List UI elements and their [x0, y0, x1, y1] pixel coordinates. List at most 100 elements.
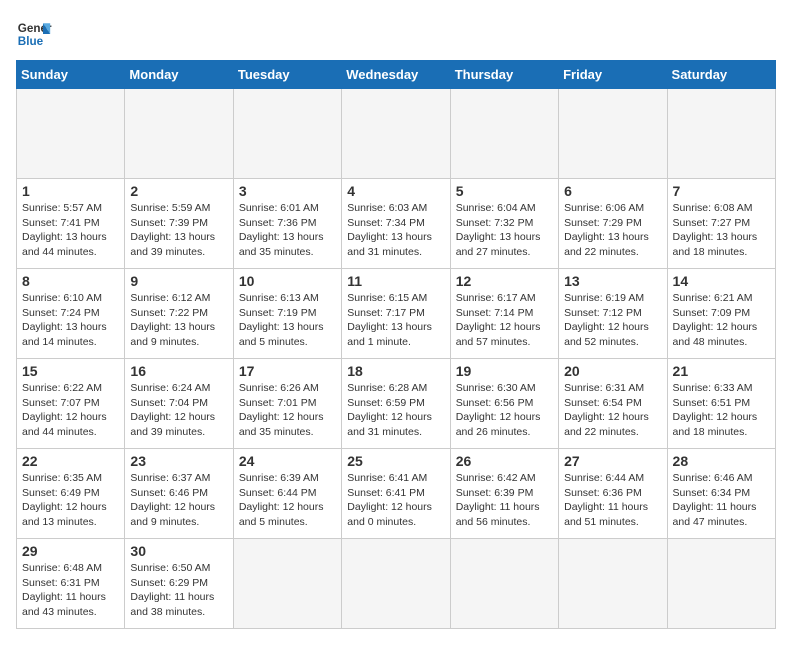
day-info: Sunrise: 6:04 AMSunset: 7:32 PMDaylight:… [456, 201, 553, 260]
calendar-cell: 13 Sunrise: 6:19 AMSunset: 7:12 PMDayligh… [559, 269, 667, 359]
day-info: Sunrise: 5:57 AMSunset: 7:41 PMDaylight:… [22, 201, 119, 260]
day-number: 2 [130, 183, 227, 199]
day-info: Sunrise: 6:08 AMSunset: 7:27 PMDaylight:… [673, 201, 770, 260]
weekday-header-friday: Friday [559, 61, 667, 89]
day-number: 11 [347, 273, 444, 289]
day-number: 1 [22, 183, 119, 199]
day-number: 30 [130, 543, 227, 559]
day-number: 19 [456, 363, 553, 379]
day-number: 16 [130, 363, 227, 379]
calendar-cell: 3 Sunrise: 6:01 AMSunset: 7:36 PMDaylight… [233, 179, 341, 269]
calendar-cell: 21 Sunrise: 6:33 AMSunset: 6:51 PMDayligh… [667, 359, 775, 449]
page-header: General Blue [16, 16, 776, 52]
day-info: Sunrise: 6:50 AMSunset: 6:29 PMDaylight:… [130, 561, 227, 620]
day-number: 14 [673, 273, 770, 289]
day-number: 10 [239, 273, 336, 289]
day-number: 17 [239, 363, 336, 379]
day-number: 23 [130, 453, 227, 469]
day-number: 13 [564, 273, 661, 289]
weekday-header-monday: Monday [125, 61, 233, 89]
calendar-cell: 27Sunrise: 6:44 AMSunset: 6:36 PMDayligh… [559, 449, 667, 539]
day-info: Sunrise: 6:26 AMSunset: 7:01 PMDaylight:… [239, 381, 336, 440]
logo-icon: General Blue [16, 16, 52, 52]
calendar-cell: 18Sunrise: 6:28 AMSunset: 6:59 PMDayligh… [342, 359, 450, 449]
calendar-cell [342, 539, 450, 629]
day-number: 3 [239, 183, 336, 199]
day-number: 15 [22, 363, 119, 379]
day-info: Sunrise: 6:41 AMSunset: 6:41 PMDaylight:… [347, 471, 444, 530]
calendar-cell [559, 89, 667, 179]
calendar-cell [125, 89, 233, 179]
day-number: 28 [673, 453, 770, 469]
day-number: 4 [347, 183, 444, 199]
calendar-cell: 4 Sunrise: 6:03 AMSunset: 7:34 PMDaylight… [342, 179, 450, 269]
calendar-cell: 7 Sunrise: 6:08 AMSunset: 7:27 PMDaylight… [667, 179, 775, 269]
day-number: 22 [22, 453, 119, 469]
calendar-cell: 25 Sunrise: 6:41 AMSunset: 6:41 PMDayligh… [342, 449, 450, 539]
calendar-table: SundayMondayTuesdayWednesdayThursdayFrid… [16, 60, 776, 629]
day-info: Sunrise: 6:24 AMSunset: 7:04 PMDaylight:… [130, 381, 227, 440]
day-info: Sunrise: 6:13 AMSunset: 7:19 PMDaylight:… [239, 291, 336, 350]
calendar-cell: 9 Sunrise: 6:12 AMSunset: 7:22 PMDaylight… [125, 269, 233, 359]
day-info: Sunrise: 6:42 AMSunset: 6:39 PMDaylight:… [456, 471, 553, 530]
day-number: 18 [347, 363, 444, 379]
calendar-cell: 28 Sunrise: 6:46 AMSunset: 6:34 PMDayligh… [667, 449, 775, 539]
day-info: Sunrise: 6:10 AMSunset: 7:24 PMDaylight:… [22, 291, 119, 350]
day-number: 21 [673, 363, 770, 379]
weekday-header-sunday: Sunday [17, 61, 125, 89]
day-info: Sunrise: 5:59 AMSunset: 7:39 PMDaylight:… [130, 201, 227, 260]
week-row-1 [17, 89, 776, 179]
week-row-2: 1 Sunrise: 5:57 AMSunset: 7:41 PMDaylight… [17, 179, 776, 269]
calendar-cell [667, 89, 775, 179]
weekday-header-tuesday: Tuesday [233, 61, 341, 89]
week-row-5: 22 Sunrise: 6:35 AMSunset: 6:49 PMDayligh… [17, 449, 776, 539]
calendar-cell: 5 Sunrise: 6:04 AMSunset: 7:32 PMDaylight… [450, 179, 558, 269]
weekday-header-saturday: Saturday [667, 61, 775, 89]
day-info: Sunrise: 6:06 AMSunset: 7:29 PMDaylight:… [564, 201, 661, 260]
weekday-header-thursday: Thursday [450, 61, 558, 89]
day-info: Sunrise: 6:15 AMSunset: 7:17 PMDaylight:… [347, 291, 444, 350]
day-info: Sunrise: 6:19 AMSunset: 7:12 PMDaylight:… [564, 291, 661, 350]
calendar-cell [559, 539, 667, 629]
calendar-cell: 12Sunrise: 6:17 AMSunset: 7:14 PMDayligh… [450, 269, 558, 359]
day-info: Sunrise: 6:01 AMSunset: 7:36 PMDaylight:… [239, 201, 336, 260]
calendar-cell: 16 Sunrise: 6:24 AMSunset: 7:04 PMDayligh… [125, 359, 233, 449]
day-info: Sunrise: 6:03 AMSunset: 7:34 PMDaylight:… [347, 201, 444, 260]
calendar-cell: 6Sunrise: 6:06 AMSunset: 7:29 PMDaylight… [559, 179, 667, 269]
calendar-cell: 11 Sunrise: 6:15 AMSunset: 7:17 PMDayligh… [342, 269, 450, 359]
day-info: Sunrise: 6:33 AMSunset: 6:51 PMDaylight:… [673, 381, 770, 440]
day-number: 9 [130, 273, 227, 289]
calendar-cell [342, 89, 450, 179]
day-number: 26 [456, 453, 553, 469]
calendar-cell: 24 Sunrise: 6:39 AMSunset: 6:44 PMDayligh… [233, 449, 341, 539]
day-number: 7 [673, 183, 770, 199]
day-info: Sunrise: 6:37 AMSunset: 6:46 PMDaylight:… [130, 471, 227, 530]
day-number: 24 [239, 453, 336, 469]
day-info: Sunrise: 6:12 AMSunset: 7:22 PMDaylight:… [130, 291, 227, 350]
calendar-cell: 19Sunrise: 6:30 AMSunset: 6:56 PMDayligh… [450, 359, 558, 449]
day-number: 20 [564, 363, 661, 379]
weekday-header-row: SundayMondayTuesdayWednesdayThursdayFrid… [17, 61, 776, 89]
calendar-cell: 17 Sunrise: 6:26 AMSunset: 7:01 PMDayligh… [233, 359, 341, 449]
logo: General Blue [16, 16, 52, 52]
svg-text:Blue: Blue [18, 35, 44, 48]
calendar-cell: 14 Sunrise: 6:21 AMSunset: 7:09 PMDayligh… [667, 269, 775, 359]
day-info: Sunrise: 6:31 AMSunset: 6:54 PMDaylight:… [564, 381, 661, 440]
day-number: 8 [22, 273, 119, 289]
calendar-cell [667, 539, 775, 629]
calendar-cell [450, 89, 558, 179]
calendar-cell: 1 Sunrise: 5:57 AMSunset: 7:41 PMDaylight… [17, 179, 125, 269]
calendar-cell: 15Sunrise: 6:22 AMSunset: 7:07 PMDayligh… [17, 359, 125, 449]
week-row-6: 29Sunrise: 6:48 AMSunset: 6:31 PMDayligh… [17, 539, 776, 629]
calendar-cell: 22 Sunrise: 6:35 AMSunset: 6:49 PMDayligh… [17, 449, 125, 539]
day-info: Sunrise: 6:17 AMSunset: 7:14 PMDaylight:… [456, 291, 553, 350]
calendar-cell: 2 Sunrise: 5:59 AMSunset: 7:39 PMDaylight… [125, 179, 233, 269]
day-info: Sunrise: 6:21 AMSunset: 7:09 PMDaylight:… [673, 291, 770, 350]
day-number: 5 [456, 183, 553, 199]
day-info: Sunrise: 6:39 AMSunset: 6:44 PMDaylight:… [239, 471, 336, 530]
day-number: 25 [347, 453, 444, 469]
calendar-cell: 8 Sunrise: 6:10 AMSunset: 7:24 PMDaylight… [17, 269, 125, 359]
day-info: Sunrise: 6:46 AMSunset: 6:34 PMDaylight:… [673, 471, 770, 530]
day-info: Sunrise: 6:35 AMSunset: 6:49 PMDaylight:… [22, 471, 119, 530]
week-row-4: 15Sunrise: 6:22 AMSunset: 7:07 PMDayligh… [17, 359, 776, 449]
